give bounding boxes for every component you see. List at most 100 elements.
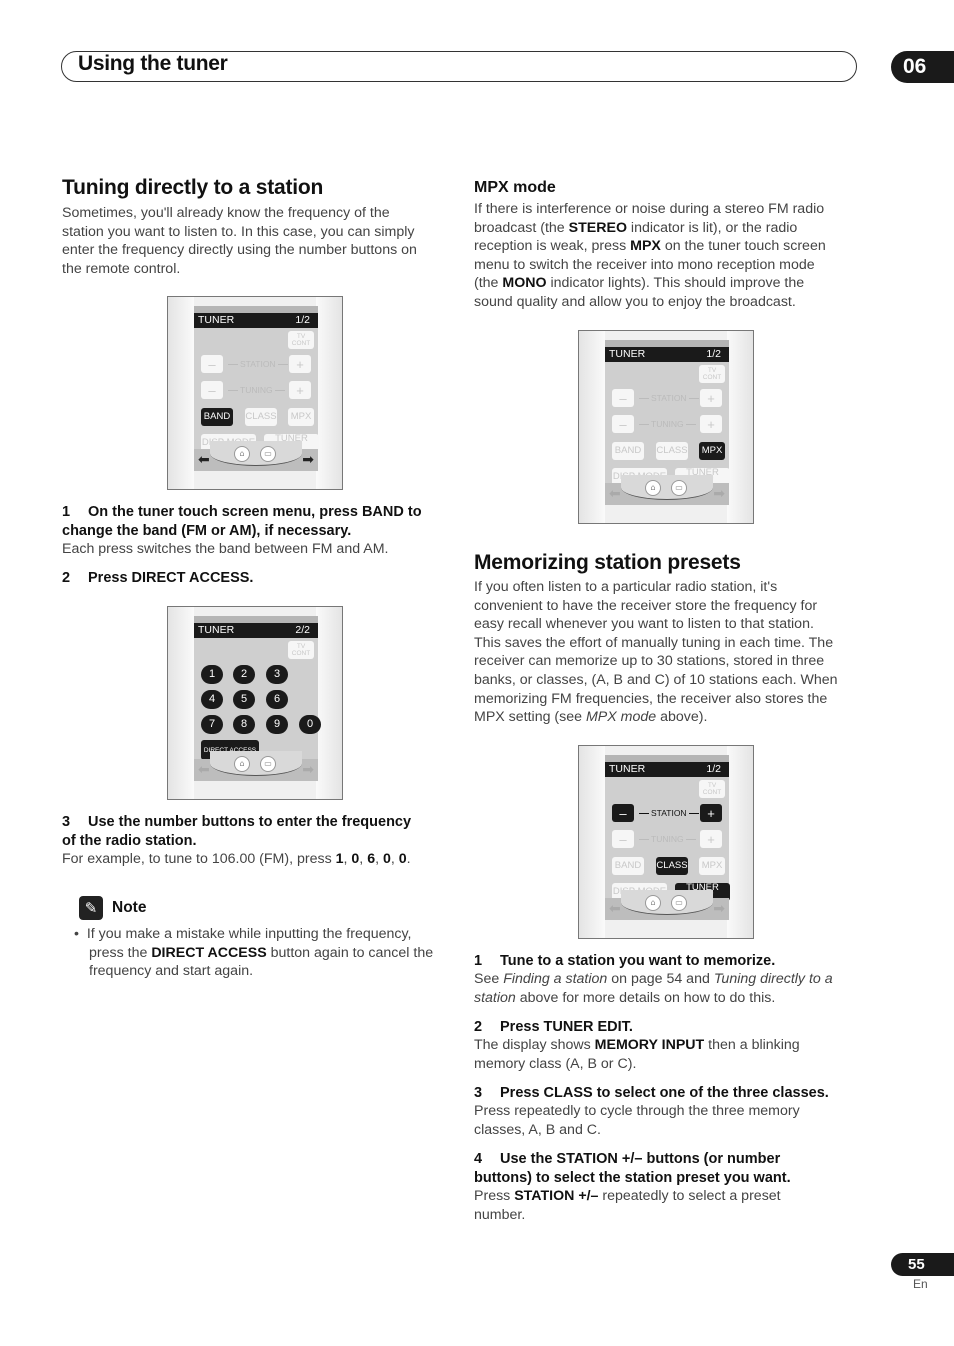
mpx-button: MPX: [288, 408, 314, 426]
number-button-7: 7: [201, 715, 223, 734]
remote-frame-right: [316, 607, 342, 799]
connector-line: [228, 363, 238, 365]
number-button-6: 6: [266, 690, 288, 709]
number-button-5: 5: [233, 690, 255, 709]
text: The display shows: [474, 1037, 595, 1053]
tuning-label: TUNING: [637, 417, 698, 431]
remote-frame-left: [168, 297, 194, 489]
tv-cont-button: TV CONT: [699, 365, 725, 383]
number-button-2: 2: [233, 665, 255, 684]
step-title: On the tuner touch screen menu, press BA…: [88, 504, 422, 520]
screen-title-bar: TUNER 1/2: [605, 347, 729, 362]
text: repeatedly to select a preset: [598, 1188, 781, 1204]
key: 1: [335, 851, 344, 867]
tuning-plus-button: +: [700, 830, 722, 848]
text: indicator lights). This should improve t…: [546, 275, 805, 292]
screen-bottom-bar: ⬅ ➡ ⌂ ▭: [605, 475, 729, 505]
connector-line: [688, 812, 699, 814]
remote-screen-band: TUNER 1/2 TV CONT – STATION + – TUNING + BAND CLAS…: [167, 296, 343, 490]
connector-line: [688, 397, 699, 399]
mpx-button: MPX: [699, 442, 725, 460]
screen-topbar: [605, 340, 729, 347]
pencil-icon: ✎: [79, 896, 103, 920]
remote-screen-station: TUNER 1/2 TV CONT – STATION + – TUNING + BAND CLAS…: [578, 745, 754, 939]
remote-frame-right: [727, 331, 753, 523]
text-line: the remote control.: [62, 260, 181, 277]
text: menu to switch the receiver into mono re…: [474, 256, 815, 273]
text: number.: [474, 1206, 526, 1223]
label-text: TUNING: [240, 385, 273, 395]
screen-title: TUNER: [198, 314, 235, 326]
tv-cont-button: TV CONT: [288, 331, 314, 349]
station-label: STATION: [637, 391, 701, 405]
tuning-plus-button: +: [289, 381, 311, 399]
remote-screen-numbers: TUNER 2/2 TV CONT 1 2 3 4 5 6 7 8 9 0 DIRECT ACCESS ⬅ ➡…: [167, 606, 343, 800]
mem-step-3-body: Press repeatedly to cycle through the th…: [474, 1102, 800, 1139]
text: If you make a mistake while inputting th…: [86, 926, 412, 942]
screen-page: 1/2: [706, 348, 721, 360]
step-number: 3: [62, 814, 71, 830]
remote-frame-left: [579, 331, 605, 523]
home-icon: ⌂: [234, 756, 250, 772]
text-line: easy recall whenever you want to listen …: [474, 616, 814, 633]
mem-step-4-body: Press STATION +/– repeatedly to select a…: [474, 1187, 781, 1224]
connector-line: [639, 812, 649, 814]
connector-line: [277, 363, 288, 365]
tuning-label: TUNING: [226, 383, 287, 397]
language-label: En: [913, 1277, 928, 1291]
text: DIRECT ACCESS: [151, 944, 267, 961]
mem-step-1-body: See Finding a station on page 54 and Tun…: [474, 970, 833, 1007]
step-title: Press TUNER EDIT.: [500, 1019, 633, 1035]
number-button-8: 8: [233, 715, 255, 734]
number-button-4: 4: [201, 690, 223, 709]
remote-frame-left: [579, 746, 605, 938]
station-plus-button: +: [700, 804, 722, 822]
key: 6: [367, 851, 376, 867]
step-title: Press DIRECT ACCESS.: [88, 570, 254, 586]
text: Tuning directly to a: [713, 971, 833, 987]
label-text: STATION: [240, 359, 276, 369]
step-number: 4: [474, 1151, 483, 1167]
text: MPX setting (see: [474, 709, 586, 726]
connector-line: [639, 838, 649, 840]
mem-step-3: 3 Press CLASS to select one of the three …: [474, 1084, 829, 1103]
step-title: change the band (FM or AM), if necessary…: [62, 522, 352, 539]
heading-memorizing: Memorizing station presets: [474, 551, 741, 574]
screen-bottom-bar: ⬅ ➡ ⌂ ▭: [194, 751, 318, 781]
station-minus-button: –: [612, 389, 634, 407]
text-line: MPX setting (see MPX mode above).: [474, 708, 838, 727]
section-title: Using the tuner: [78, 52, 228, 75]
bottom-arc: [210, 441, 302, 466]
text: MONO: [502, 275, 547, 292]
right-arrow-icon: ➡: [302, 762, 314, 778]
screen-topbar: [194, 306, 318, 313]
text: STEREO: [568, 219, 627, 236]
tv-cont-button: TV CONT: [288, 641, 314, 659]
station-minus-button: –: [201, 355, 223, 373]
home-icon: ⌂: [234, 446, 250, 462]
mem-step-4: 4 Use the STATION +/– buttons (or number …: [474, 1150, 791, 1187]
text: reception is weak, press: [474, 238, 631, 255]
step-title: Use the number buttons to enter the freq…: [88, 814, 412, 830]
screen-title: TUNER: [609, 763, 646, 775]
number-button-9: 9: [266, 715, 288, 734]
text: (the: [474, 275, 503, 292]
step-number: 1: [62, 504, 71, 520]
text: Press repeatedly to cycle through the th…: [474, 1103, 800, 1119]
step-number: 1: [474, 953, 483, 969]
step-title: buttons) to select the station preset yo…: [474, 1169, 791, 1186]
text: memory class (A, B or C).: [474, 1055, 637, 1072]
text-line: memorizing FM frequencies, the receiver …: [474, 690, 828, 707]
text: STATION +/–: [514, 1188, 599, 1204]
left-arrow-icon: ⬅: [198, 452, 210, 468]
touch-screen: TUNER 2/2 TV CONT 1 2 3 4 5 6 7 8 9 0 DIRECT ACCESS ⬅ ➡…: [194, 616, 321, 781]
connector-line: [228, 389, 238, 391]
right-arrow-icon: ➡: [302, 452, 314, 468]
mem-step-2-body: The display shows MEMORY INPUT then a bl…: [474, 1036, 800, 1073]
number-button-0: 0: [299, 715, 321, 734]
text-line: receiver can memorize up to 30 stations,…: [474, 653, 825, 670]
left-arrow-icon: ⬅: [609, 901, 621, 917]
text: sound quality and allow you to enjoy the…: [474, 293, 796, 310]
mpx-button: MPX: [699, 857, 725, 875]
mem-step-2: 2 Press TUNER EDIT.: [474, 1018, 633, 1037]
